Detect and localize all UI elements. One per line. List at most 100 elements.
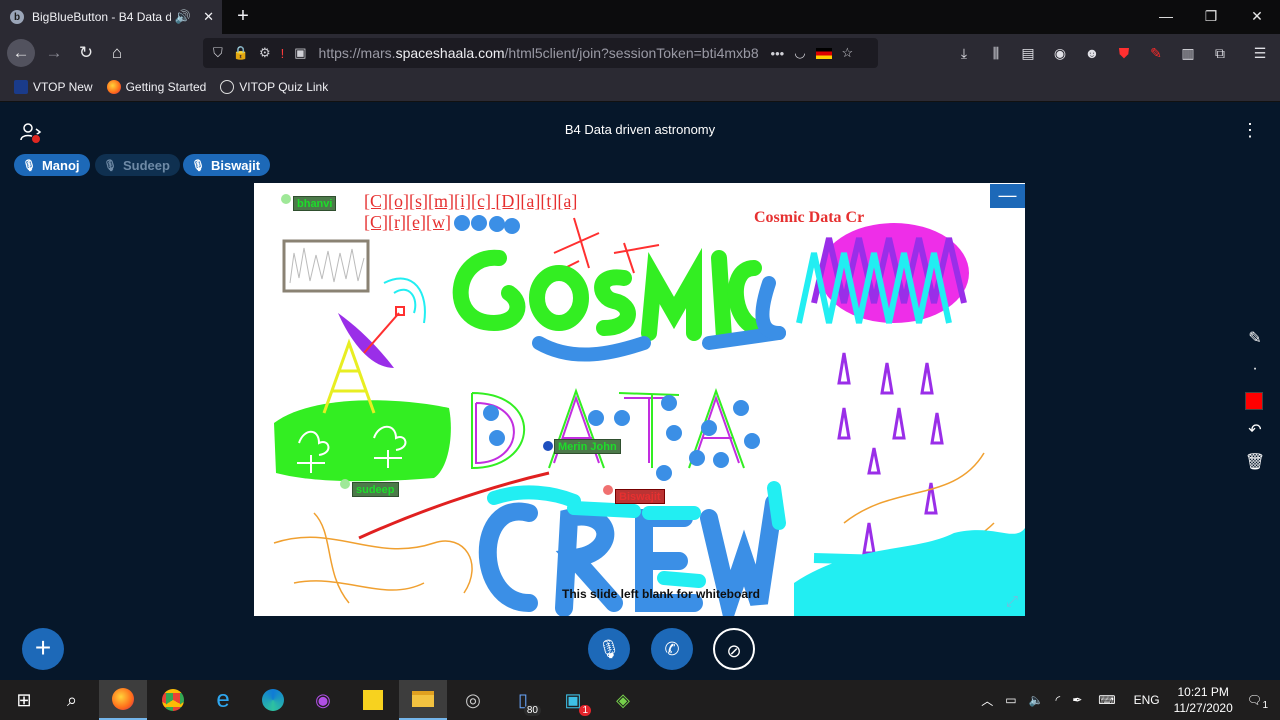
taskbar-app-icon[interactable]: ▣ 1 (549, 680, 597, 720)
cursor-dot-biswajit (603, 485, 613, 495)
cursor-label-biswajit: Biswajit (615, 489, 665, 504)
battery-icon[interactable]: ▭ (1005, 693, 1016, 707)
extension-copy-icon[interactable]: ⧉ (1210, 43, 1230, 63)
url-text: https://mars.spaceshaala.com/html5client… (318, 45, 759, 61)
home-button[interactable]: ⌂ (103, 39, 131, 67)
sketch-wave (383, 277, 426, 324)
autoplay-blocked-icon[interactable]: ▣ (294, 45, 306, 61)
talker-name: Manoj (41, 157, 80, 173)
options-menu-icon[interactable]: ⋮ (1240, 120, 1260, 142)
ublock-icon[interactable]: ⛊ (1114, 43, 1134, 63)
text-cosmic-data-crew: [C][o][s][m][i][c] [D][a][t][a] [C][r][e… (364, 191, 577, 233)
whiteboard-drawing (273, 215, 1025, 616)
taskbar-file-explorer-icon[interactable] (399, 680, 447, 720)
mute-button[interactable]: 🎙 (588, 628, 630, 670)
taskbar-podcast-icon[interactable]: ◉ (299, 680, 347, 720)
close-tab-icon[interactable]: ✕ (203, 9, 214, 25)
permissions-icon[interactable]: ⚙ (259, 45, 271, 61)
germany-flag-icon[interactable] (815, 47, 832, 59)
extension-owl-icon[interactable]: ☻ (1082, 43, 1102, 63)
restore-window-button[interactable]: ❐ (1198, 6, 1224, 26)
clock[interactable]: 10:21 PM 11/27/2020 (1174, 684, 1233, 716)
thickness-tool-icon[interactable]: · (1238, 354, 1272, 384)
taskbar-chrome-icon[interactable] (149, 680, 197, 720)
sketch-scribble (273, 512, 473, 604)
sketch-dish (338, 313, 394, 368)
color-swatch[interactable] (1245, 392, 1263, 410)
sidebar-icon[interactable]: ▤ (1018, 43, 1038, 63)
page-actions-icon[interactable]: ••• (771, 46, 785, 61)
cursor-dot-sudeep (340, 479, 350, 489)
talker-sudeep[interactable]: 🎙 Sudeep (95, 154, 180, 176)
talker-manoj[interactable]: 🎙 Manoj (14, 154, 90, 176)
taskbar-firefox-icon[interactable] (99, 680, 147, 720)
header-text-line2: [C][r][e][w] (364, 212, 451, 232)
taskbar-sticky-notes-icon[interactable] (349, 680, 397, 720)
notifications-icon[interactable]: 🗨 1 (1247, 693, 1268, 711)
minimize-window-button[interactable]: — (1153, 6, 1179, 26)
taskbar-settings-icon[interactable]: ◎ (449, 680, 497, 720)
reload-button[interactable]: ↻ (72, 39, 100, 67)
browser-tab[interactable]: b BigBlueButton - B4 Data dri 🔊 ✕ (0, 0, 222, 34)
undo-icon[interactable]: ↶ (1238, 416, 1272, 446)
clock-time: 10:21 PM (1177, 685, 1229, 699)
pencil-tool-icon[interactable]: ✎ (1238, 324, 1272, 354)
volume-icon[interactable]: 🔈 (1029, 693, 1044, 707)
fullscreen-icon[interactable]: ⤢ (1001, 593, 1023, 615)
minimize-presentation-button[interactable]: — (990, 184, 1025, 208)
sketch-feed (363, 312, 400, 354)
download-icon[interactable]: ⤓ (954, 43, 974, 63)
trash-icon[interactable]: 🗑 (1238, 448, 1272, 478)
lock-icon[interactable]: 🔒 (233, 45, 249, 61)
taskbar-notes-icon[interactable]: ▯ 80 (499, 680, 547, 720)
taskbar-edge-icon[interactable] (249, 680, 297, 720)
back-button[interactable]: ← (7, 39, 35, 67)
warning-icon[interactable]: ! (281, 46, 285, 61)
library-icon[interactable]: ⫼ (986, 43, 1006, 63)
bookmarks-bar: VTOP New Getting Started VITOP Quiz Link (0, 72, 1280, 102)
bookmark-vitop-quiz[interactable]: VITOP Quiz Link (220, 79, 328, 94)
bookmark-getting-started[interactable]: Getting Started (106, 79, 206, 94)
keyboard-icon[interactable]: ⌨ (1098, 693, 1115, 707)
microphone-icon: 🎙 (103, 159, 117, 172)
taskbar-ie-icon[interactable]: e (199, 680, 247, 720)
wifi-icon[interactable]: ◜ (1056, 693, 1061, 707)
text-cosmic-data-corner: Cosmic Data Cr (754, 209, 865, 226)
cursor-label-bhanvi: bhanvi (293, 196, 337, 211)
taskbar-bluestacks-icon[interactable]: ◈ (599, 680, 647, 720)
forward-button[interactable]: → (40, 39, 68, 67)
windows-start-icon[interactable]: ⊞ (0, 680, 48, 720)
sketch-cyan-strokes (798, 553, 1025, 598)
language-indicator[interactable]: ENG (1134, 693, 1160, 707)
talker-name: Sudeep (122, 157, 170, 173)
bigbluebutton-favicon-icon: b (10, 10, 24, 24)
account-icon[interactable]: ◉ (1050, 43, 1070, 63)
shield-icon[interactable]: ⛉ (213, 45, 223, 61)
system-tray: ︿ ▭ 🔈 ◜ ✒ ⌨ ENG 10:21 PM 11/27/2020 🗨 1 (975, 680, 1280, 720)
leave-audio-button[interactable]: ✆ (651, 628, 693, 670)
url-bar[interactable]: ⛉ 🔒 ⚙ ! ▣ https://mars.spaceshaala.com/h… (203, 38, 878, 68)
extension-grid-icon[interactable]: ▥ (1178, 43, 1198, 63)
globe-icon (220, 79, 235, 94)
talker-biswajit[interactable]: 🎙 Biswajit (183, 154, 271, 176)
clock-date: 11/27/2020 (1173, 701, 1233, 715)
share-webcam-button[interactable]: ⊘ (713, 628, 755, 670)
pocket-icon[interactable]: ◡ (794, 45, 805, 61)
chevron-up-icon[interactable]: ︿ (981, 692, 993, 709)
tab-title: BigBlueButton - B4 Data dri (32, 10, 171, 24)
whiteboard-canvas[interactable]: [C][o][s][m][i][c] [D][a][t][a] [C][r][e… (254, 183, 1025, 616)
extension-pen-icon[interactable]: ✎ (1146, 43, 1166, 63)
bookmark-star-icon[interactable]: ☆ (842, 45, 854, 61)
bookmark-vtop-new[interactable]: VTOP New (14, 79, 93, 94)
pen-icon[interactable]: ✒ (1072, 693, 1082, 707)
speaker-icon[interactable]: 🔊 (175, 9, 191, 25)
new-tab-button[interactable]: + (232, 5, 254, 27)
slide-caption: This slide left blank for whiteboard (561, 587, 761, 601)
meeting-title: B4 Data driven astronomy (564, 122, 716, 137)
close-window-button[interactable]: ✕ (1244, 6, 1270, 26)
firefox-icon (106, 79, 121, 94)
badge-count: 80 (523, 705, 541, 716)
menu-icon[interactable]: ☰ (1250, 43, 1270, 63)
search-icon[interactable]: ⌕ (48, 680, 96, 720)
actions-plus-button[interactable]: + (22, 628, 64, 670)
